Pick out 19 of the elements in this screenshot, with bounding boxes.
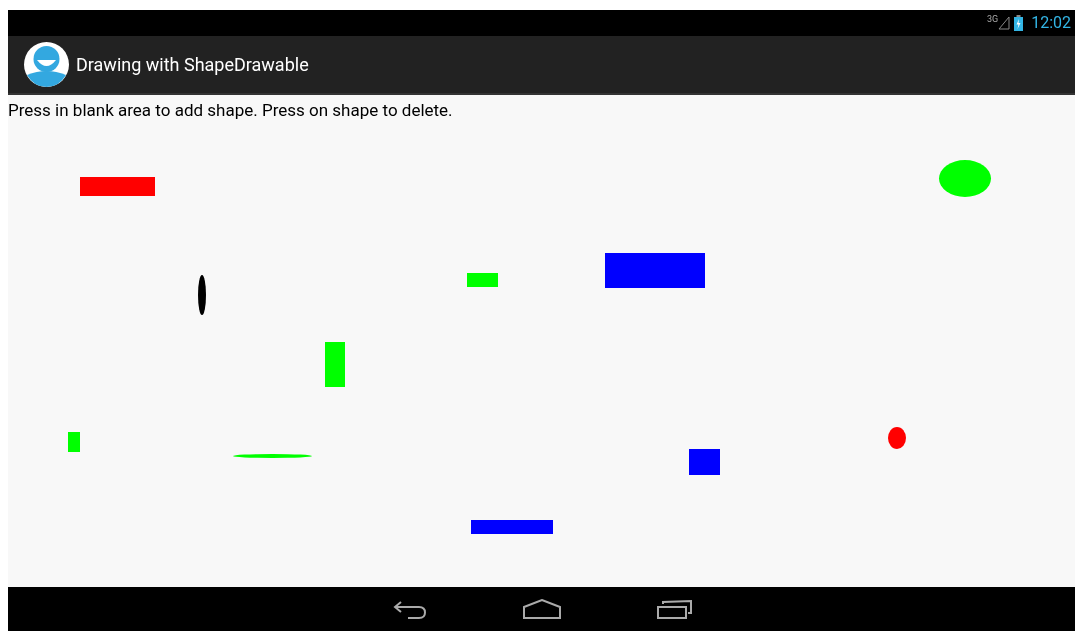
rectangle-shape[interactable] (689, 449, 720, 475)
signal-icon (998, 16, 1011, 30)
rectangle-shape[interactable] (471, 520, 553, 534)
back-icon[interactable] (392, 599, 427, 619)
rectangle-shape[interactable] (68, 432, 80, 452)
app-icon[interactable] (24, 42, 69, 87)
instruction-text: Press in blank area to add shape. Press on shape to delete. (8, 99, 453, 122)
oval-shape[interactable] (198, 275, 206, 315)
rectangle-shape[interactable] (325, 342, 345, 387)
clock: 12:02 (1031, 12, 1071, 34)
drawing-canvas[interactable]: Press in blank area to add shape. Press on shape to delete. (8, 95, 1075, 587)
app-title: Drawing with ShapeDrawable (76, 53, 309, 77)
home-icon[interactable] (522, 599, 561, 619)
rectangle-shape[interactable] (80, 177, 155, 196)
rectangle-shape[interactable] (467, 273, 498, 287)
battery-icon (1014, 15, 1024, 31)
network-type: 3G (986, 13, 999, 26)
rectangle-shape[interactable] (605, 253, 705, 288)
recent-apps-icon[interactable] (656, 599, 693, 619)
